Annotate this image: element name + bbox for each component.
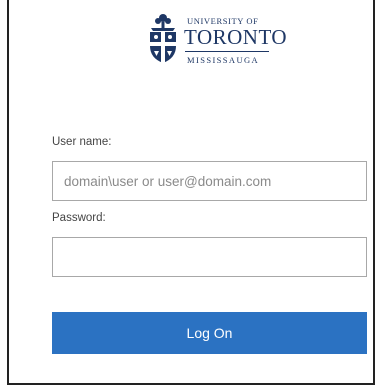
password-label: Password:: [52, 212, 106, 224]
university-logo: UNIVERSITY OF TORONTO MISSISSAUGA: [145, 12, 287, 68]
logo-line-toronto: TORONTO: [184, 25, 288, 49]
password-input[interactable]: [52, 237, 367, 277]
logo-divider: [185, 51, 269, 52]
logo-line-mississauga: MISSISSAUGA: [187, 55, 260, 65]
username-input[interactable]: [52, 161, 367, 201]
log-on-button[interactable]: Log On: [52, 312, 367, 354]
university-crest-icon: [150, 14, 176, 63]
login-panel: UNIVERSITY OF TORONTO MISSISSAUGA User n…: [7, 0, 375, 385]
username-label: User name:: [52, 136, 112, 148]
